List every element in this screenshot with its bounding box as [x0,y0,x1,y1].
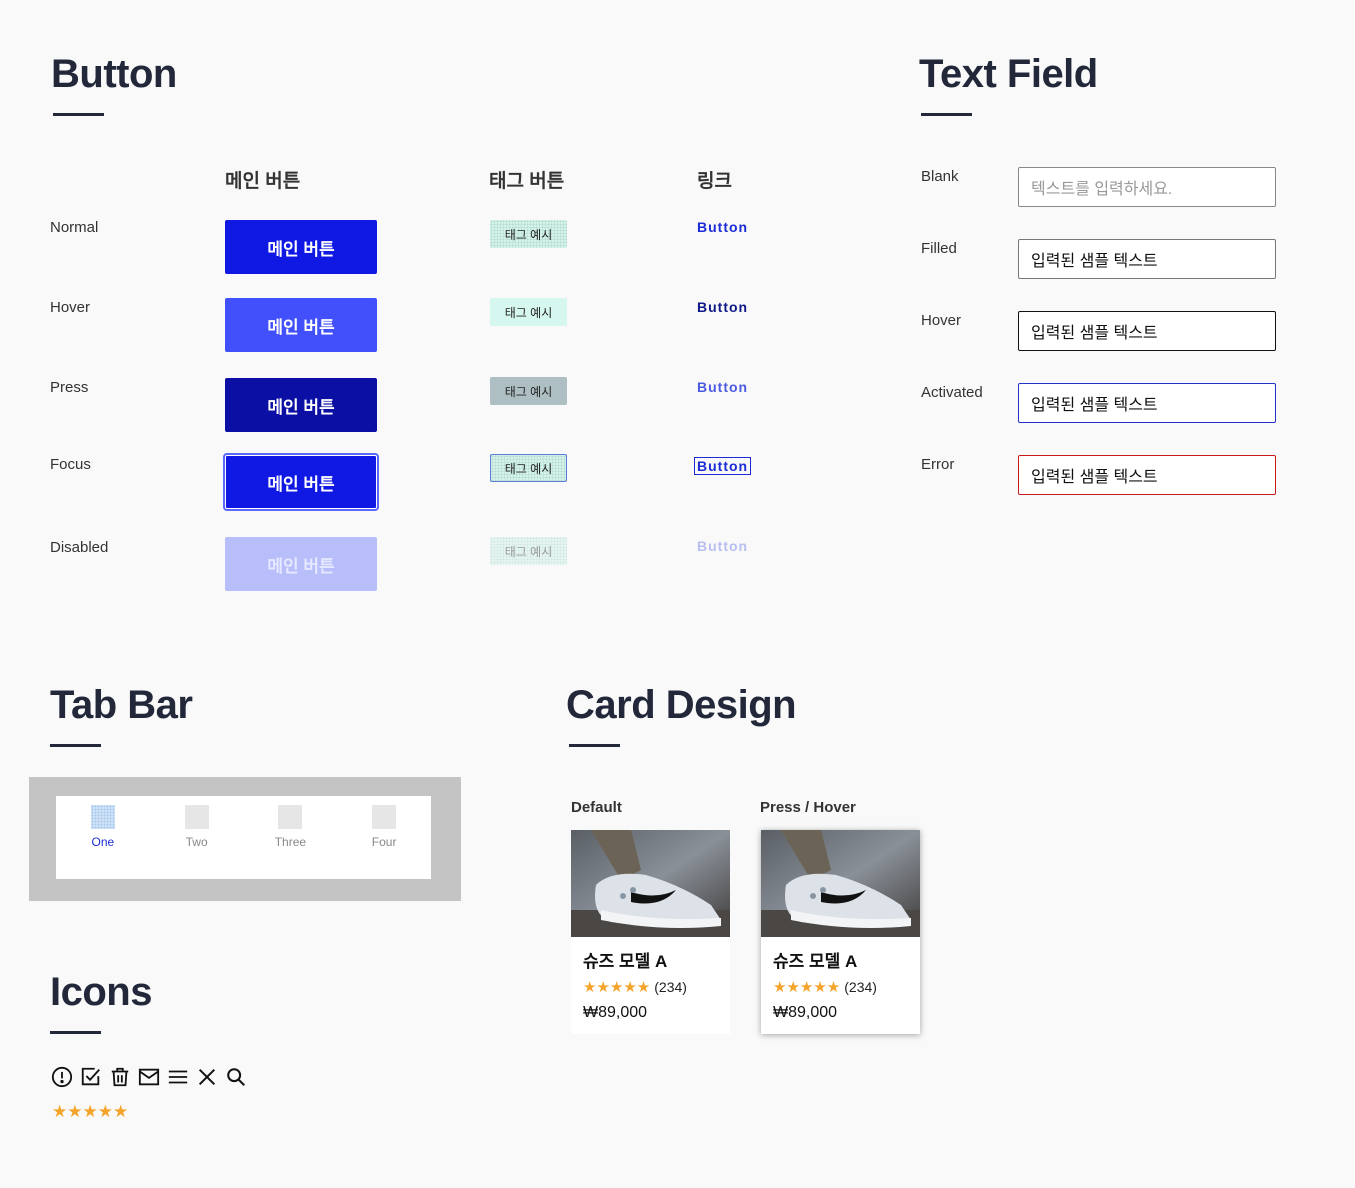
product-name: 슈즈 모델 A [583,952,668,971]
main-button-press[interactable]: 메인 버튼 [225,378,377,432]
tab-four[interactable]: Four [337,796,431,879]
tf-label-filled: Filled [921,240,957,257]
title-underline [569,744,620,747]
row-label-focus: Focus [50,456,91,473]
tf-label-error: Error [921,456,955,473]
title-underline [50,1031,101,1034]
product-name: 슈즈 모델 A [773,952,858,971]
tf-label-blank: Blank [921,168,959,185]
title-underline [50,744,101,747]
button-section-title: Button [51,52,177,96]
tab-placeholder-icon [372,805,397,829]
tag-button-disabled[interactable]: 태그 예시 [490,537,567,565]
menu-icon [168,1070,188,1084]
card-state-label-hover: Press / Hover [760,799,856,816]
review-count: (234) [654,979,687,995]
star-rating-icon: ★★★★★ [773,979,841,996]
product-rating: ★★★★★ (234) [773,978,908,996]
row-label-press: Press [50,379,89,396]
tab-placeholder-icon [90,805,115,829]
tab-bar: One Two Three Four [56,796,431,879]
tag-button-hover[interactable]: 태그 예시 [490,298,567,326]
tf-label-hover: Hover [921,312,962,329]
product-rating: ★★★★★ (234) [583,978,718,996]
tag-button-press[interactable]: 태그 예시 [490,377,567,405]
tab-two[interactable]: Two [150,796,244,879]
tab-label: Four [371,835,397,849]
product-price: ₩89,000 [583,1004,648,1021]
link-button-press[interactable]: Button [697,379,748,395]
link-button-normal[interactable]: Button [697,219,748,235]
row-label-disabled: Disabled [50,539,109,556]
checkbox-icon [81,1067,100,1086]
card-section-title: Card Design [566,683,797,727]
product-card-default[interactable]: 슈즈 모델 A ★★★★★ (234) ₩89,000 [571,830,730,1034]
review-count: (234) [844,979,877,995]
title-underline [53,113,104,116]
link-button-disabled[interactable]: Button [697,538,748,554]
icons-section-title: Icons [50,970,152,1014]
tab-label: One [91,835,115,849]
main-button-hover[interactable]: 메인 버튼 [225,298,377,352]
text-field-hover[interactable]: 입력된 샘플 텍스트 [1018,311,1276,351]
tab-placeholder-icon [184,805,209,829]
star-rating-icon: ★★★★★ [52,1102,129,1121]
row-label-hover: Hover [50,299,91,316]
tag-button-normal[interactable]: 태그 예시 [490,220,567,248]
card-state-label-default: Default [571,799,622,816]
search-icon [227,1068,245,1086]
text-field-error[interactable]: 입력된 샘플 텍스트 [1018,455,1276,495]
tab-placeholder-icon [278,805,303,829]
tab-three[interactable]: Three [244,796,338,879]
col-head-link: 링크 [697,171,732,192]
main-button-disabled[interactable]: 메인 버튼 [225,537,377,591]
row-label-normal: Normal [50,219,99,236]
tab-label: Two [185,835,208,849]
product-image [761,830,920,937]
text-field-filled[interactable]: 입력된 샘플 텍스트 [1018,239,1276,279]
tab-one[interactable]: One [56,796,150,879]
col-head-main-button: 메인 버튼 [225,171,301,192]
trash-icon [111,1067,129,1087]
main-button-normal[interactable]: 메인 버튼 [225,220,377,274]
text-field-activated[interactable]: 입력된 샘플 텍스트 [1018,383,1276,423]
link-button-hover[interactable]: Button [697,299,748,315]
star-rating-icon: ★★★★★ [583,979,651,996]
col-head-tag-button: 태그 버튼 [489,171,565,192]
mail-icon [138,1068,160,1086]
text-field-blank[interactable]: 텍스트를 입력하세요. [1018,167,1276,207]
icon-row [51,1066,247,1088]
text-field-section-title: Text Field [919,52,1098,96]
tf-label-activated: Activated [921,384,983,401]
alert-circle-icon [51,1066,73,1088]
tab-bar-section-title: Tab Bar [50,683,193,727]
title-underline [921,113,972,116]
tag-button-focus[interactable]: 태그 예시 [490,454,567,482]
link-button-focus[interactable]: Button [694,457,752,475]
product-image [571,830,730,937]
product-price: ₩89,000 [773,1004,838,1021]
tab-label: Three [274,835,307,849]
main-button-focus[interactable]: 메인 버튼 [223,453,379,511]
close-icon [198,1068,216,1086]
product-card-hover[interactable]: 슈즈 모델 A ★★★★★ (234) ₩89,000 [761,830,920,1034]
